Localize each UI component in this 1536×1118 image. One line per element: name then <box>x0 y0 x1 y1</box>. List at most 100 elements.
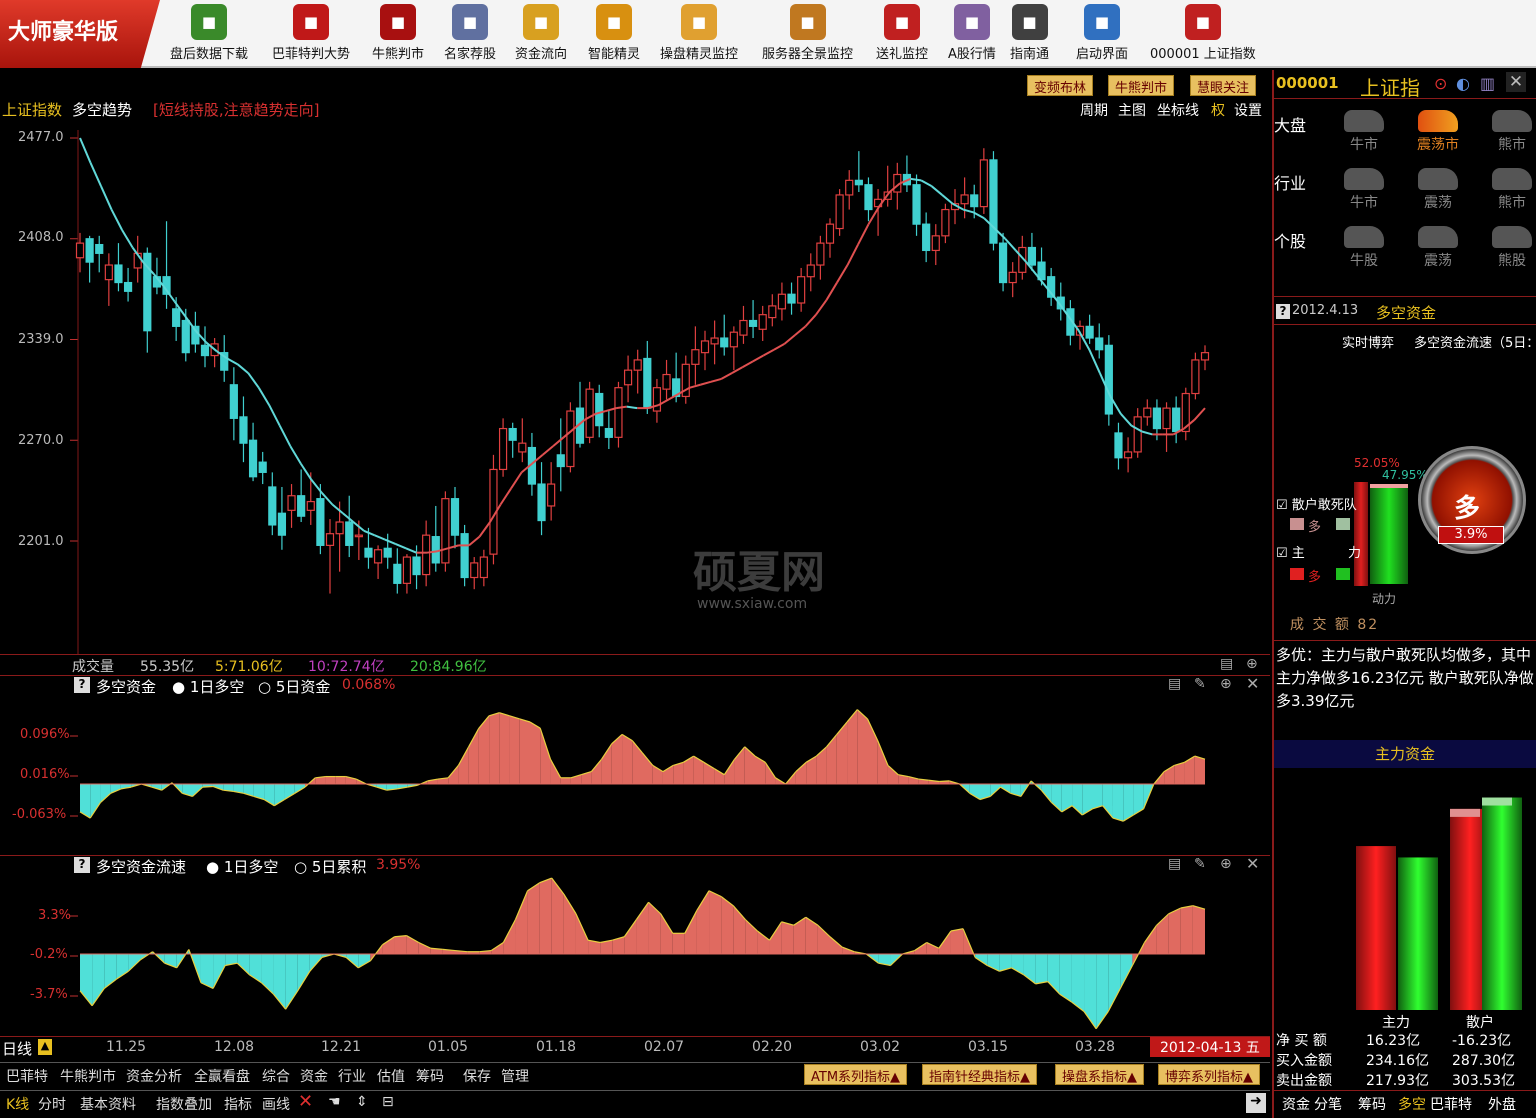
func-tab[interactable]: 管理 <box>501 1066 529 1086</box>
lock-icon[interactable]: ⊟ <box>382 1094 394 1110</box>
view-tab[interactable]: 分时 <box>38 1094 66 1114</box>
bull-indicator[interactable]: 牛股 <box>1334 226 1394 270</box>
view-tab[interactable]: 基本资料 <box>80 1094 136 1114</box>
func-tab[interactable]: 全赢看盘 <box>194 1066 250 1086</box>
right-tab[interactable]: 资金 <box>1282 1094 1310 1114</box>
toolbar-money-flow-button[interactable]: ■ 资金流向 <box>515 4 567 66</box>
delete-icon[interactable]: ✕ <box>298 1091 313 1112</box>
zoom-icon[interactable]: ⊕ <box>1246 656 1258 672</box>
play-icon[interactable]: ⊙ <box>1434 74 1447 93</box>
fund-area <box>519 718 530 784</box>
help-icon[interactable]: ? <box>74 677 90 693</box>
period-dropdown-icon[interactable]: ▲ <box>38 1039 52 1055</box>
main-chart-area[interactable]: 上证指数 多空趋势 [短线持股,注意趋势走向] 变频布林 牛熊判市 慧眼关注 周… <box>0 70 1270 1060</box>
range-indicator[interactable]: 震荡 <box>1408 168 1468 212</box>
close-icon[interactable]: ✕ <box>1246 854 1259 873</box>
volume-ma20: 20:84.96亿 <box>410 659 487 675</box>
sell-amount-bar <box>1482 797 1522 1010</box>
flow-area <box>709 890 722 954</box>
bear-indicator[interactable]: 熊市 <box>1482 168 1536 212</box>
right-tab[interactable]: 筹码 <box>1358 1094 1386 1114</box>
func-tab[interactable]: 保存 <box>463 1066 491 1086</box>
func-tab[interactable]: 牛熊判市 <box>60 1066 116 1086</box>
flow-area <box>1180 905 1193 954</box>
candle-body <box>1162 407 1171 430</box>
candle-body <box>258 461 267 473</box>
range-indicator[interactable]: 震荡 <box>1408 226 1468 270</box>
view-tab[interactable]: 画线 <box>262 1094 290 1114</box>
flow-area <box>503 919 516 954</box>
help-icon[interactable]: ? <box>74 857 90 873</box>
game-indicators-button[interactable]: 博弈系列指标▲ <box>1158 1064 1261 1085</box>
func-tab[interactable]: 筹码 <box>416 1066 444 1086</box>
toolbar-recommend-button[interactable]: ■ 名家荐股 <box>444 4 496 66</box>
candle-body <box>998 242 1008 284</box>
right-tab[interactable]: 外盘 <box>1488 1094 1516 1114</box>
view-tab[interactable]: 指数叠加 <box>156 1094 212 1114</box>
move-icon[interactable]: ⇕ <box>356 1094 368 1110</box>
right-tab[interactable]: 分笔 <box>1314 1094 1342 1114</box>
func-tab[interactable]: 资金分析 <box>126 1066 182 1086</box>
range-indicator[interactable]: 震荡市 <box>1408 110 1468 154</box>
func-tab[interactable]: 资金 <box>300 1066 328 1086</box>
func-tab[interactable]: 巴菲特 <box>6 1066 48 1086</box>
trading-indicators-button[interactable]: 操盘系指标▲ <box>1055 1064 1145 1085</box>
panel-save-icon[interactable]: ▤ <box>1168 856 1181 872</box>
candle-body <box>748 319 758 327</box>
toolbar-a-share-button[interactable]: ■ A股行情 <box>948 4 996 66</box>
bull-indicator[interactable]: 牛市 <box>1334 168 1394 212</box>
bull-indicator[interactable]: 牛市 <box>1334 110 1394 154</box>
pin-icon[interactable]: ✎ <box>1194 856 1206 872</box>
candle-body <box>816 242 825 266</box>
retail-checkbox[interactable]: ☑ 散户敢死队 <box>1276 494 1357 513</box>
help-icon[interactable]: ? <box>1276 304 1290 319</box>
trend-line-segment <box>100 185 113 210</box>
toolbar-genie-button[interactable]: ■ 智能精灵 <box>588 4 640 66</box>
candle-body <box>739 319 748 336</box>
fund-area <box>100 784 111 803</box>
zoom-icon[interactable]: ⊕ <box>1220 856 1232 872</box>
candle-body <box>1123 451 1133 459</box>
right-tab[interactable]: 巴菲特 <box>1430 1094 1472 1114</box>
bear-indicator[interactable]: 熊股 <box>1482 226 1536 270</box>
toolbar-label: 牛熊判市 <box>372 47 425 62</box>
close-icon[interactable]: ✕ <box>1506 72 1526 92</box>
view-tab[interactable]: 指标 <box>224 1094 252 1114</box>
top-toolbar: 大师豪华版 ■ 盘后数据下载 ■ 巴菲特判大势 ■ 牛熊判市 ■ 名家荐股 ■ 资金流向 ■ 智能精灵… <box>0 0 1536 68</box>
atm-indicators-button[interactable]: ATM系列指标▲ <box>804 1064 908 1085</box>
toolbar-server-monitor-button[interactable]: ■ 服务器全景监控 <box>762 4 853 66</box>
panel-save-icon[interactable]: ▤ <box>1168 676 1181 692</box>
toolbar-index-chart-button[interactable]: ■ 000001 上证指数 <box>1150 4 1256 66</box>
pin-icon[interactable]: ✎ <box>1194 676 1206 692</box>
range-icon <box>1418 110 1458 132</box>
main-checkbox[interactable]: ☑ 主 <box>1276 542 1305 561</box>
toolbar-guide-button[interactable]: ■ 指南通 <box>1010 4 1049 66</box>
view-tab[interactable]: K线 <box>6 1094 29 1114</box>
panel-save-icon[interactable]: ▤ <box>1220 656 1233 672</box>
hand-icon[interactable]: ☚ <box>328 1094 341 1110</box>
func-tab[interactable]: 估值 <box>377 1066 405 1086</box>
close-icon[interactable]: ✕ <box>1246 674 1259 693</box>
zoom-icon[interactable]: ⊕ <box>1220 676 1232 692</box>
period-label[interactable]: 日线 <box>2 1038 32 1059</box>
toolbar-trading-monitor-button[interactable]: ■ 操盘精灵监控 <box>660 4 738 66</box>
func-tab[interactable]: 行业 <box>338 1066 366 1086</box>
candlestick-chart[interactable] <box>0 70 1270 1060</box>
compass-indicators-button[interactable]: 指南针经典指标▲ <box>922 1064 1038 1085</box>
toolbar-gift-button[interactable]: ■ 送礼监控 <box>876 4 928 66</box>
arrow-right-icon[interactable]: ➜ <box>1246 1093 1266 1113</box>
chart-icon[interactable]: ▥ <box>1480 74 1495 93</box>
bear-indicator[interactable]: 熊市 <box>1482 110 1536 154</box>
toolbar-monitor-button[interactable]: ■ 启动界面 <box>1076 4 1128 66</box>
trend-line-segment <box>700 380 712 386</box>
info-icon[interactable]: ◐ <box>1456 74 1470 93</box>
toolbar-download-button[interactable]: ■ 盘后数据下载 <box>170 4 248 66</box>
func-tab[interactable]: 综合 <box>262 1066 290 1086</box>
toolbar-label: 名家荐股 <box>444 47 497 62</box>
toolbar-buffett-button[interactable]: ■ 巴菲特判大势 <box>272 4 350 66</box>
x-tick-label: 03.02 <box>860 1039 901 1055</box>
toolbar-bull-bear-button[interactable]: ■ 牛熊判市 <box>372 4 424 66</box>
right-tab[interactable]: 多空 <box>1398 1094 1426 1114</box>
candle-body <box>268 486 277 526</box>
retail-more-swatch <box>1290 518 1304 530</box>
